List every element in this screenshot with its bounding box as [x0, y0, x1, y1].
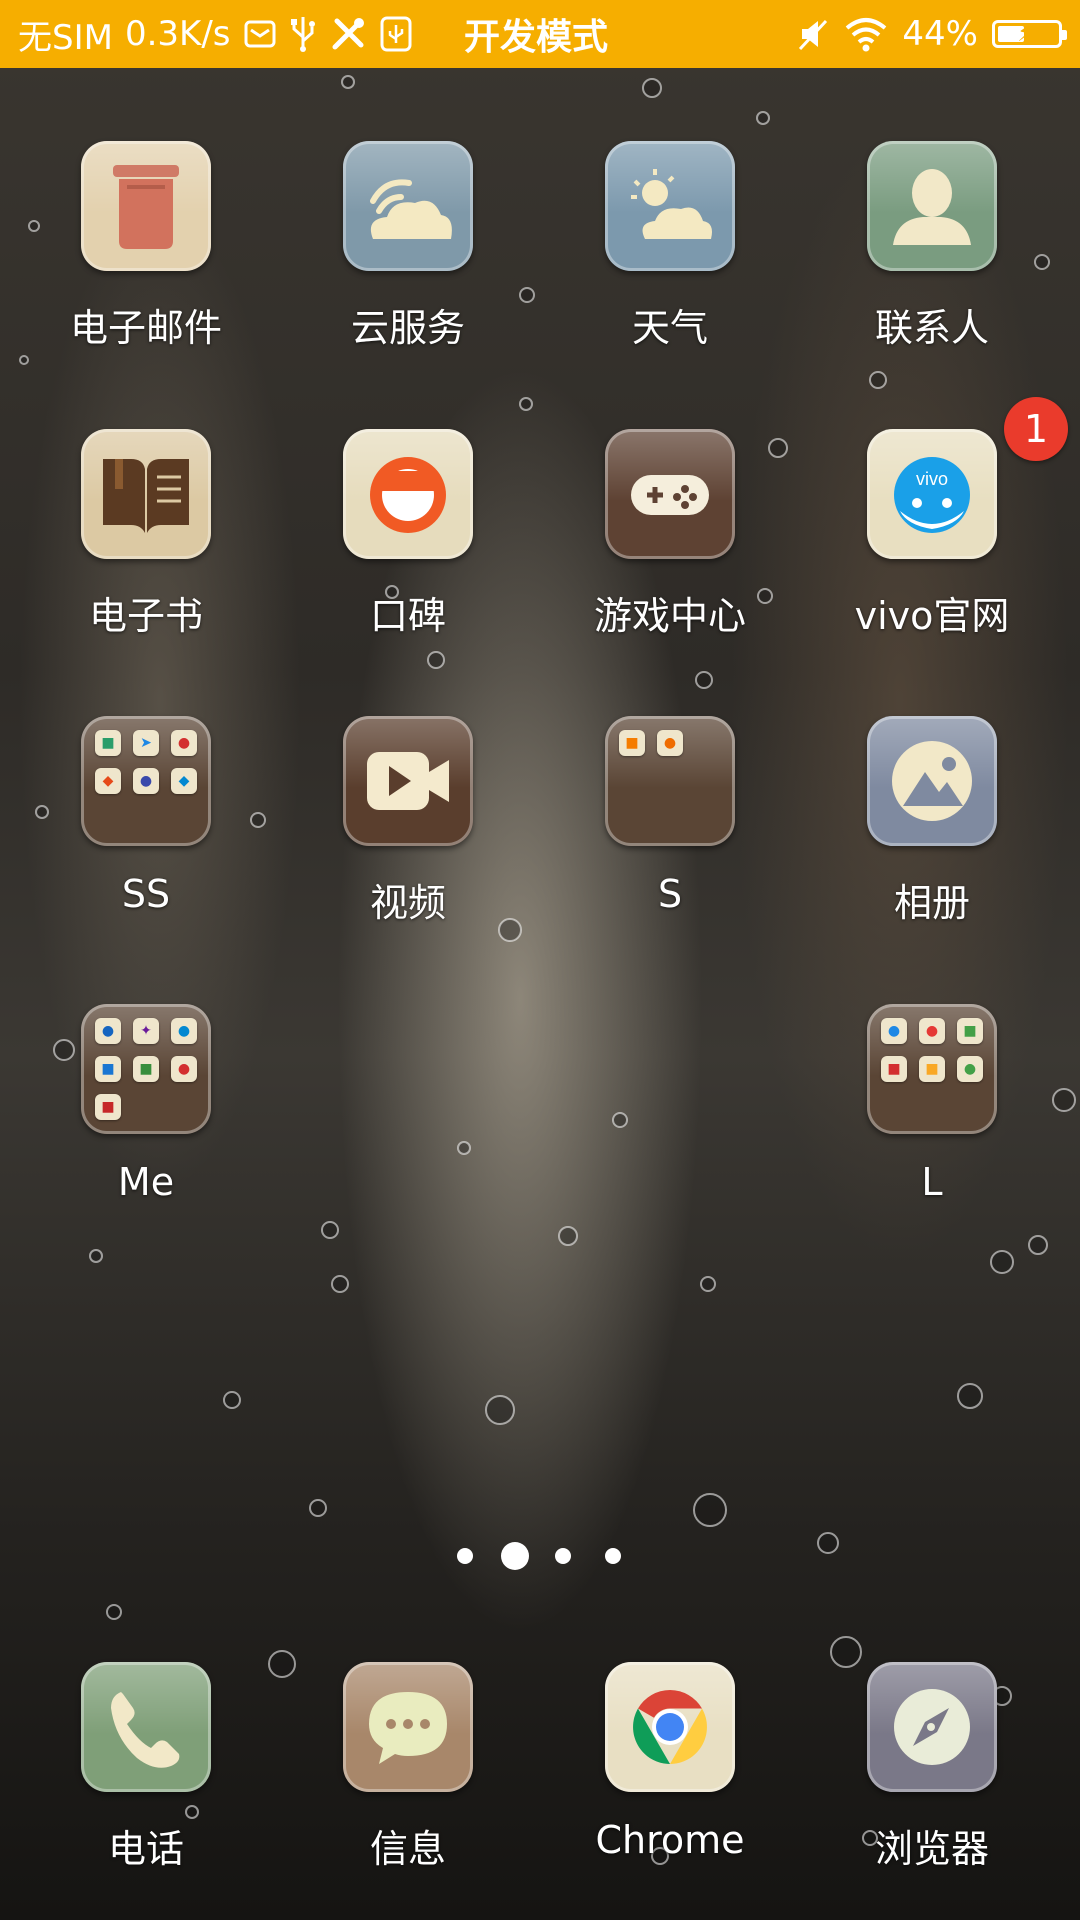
vivo-logo-icon: vivo: [867, 429, 997, 559]
app-game-center[interactable]: 游戏中心: [539, 429, 801, 659]
app-label: 电子邮件: [69, 306, 222, 350]
app-label: 浏览器: [874, 1827, 989, 1871]
mini-app-icon: ◆: [171, 768, 197, 794]
battery-percent: 44%: [902, 14, 978, 54]
folder-icon: ● ✦ ● ■ ■ ● ■: [81, 1004, 211, 1134]
mini-app-icon: ●: [95, 1018, 121, 1044]
folder-s[interactable]: ■ ● S: [539, 716, 801, 946]
app-label: Chrome: [595, 1818, 745, 1862]
compass-icon: [867, 1662, 997, 1792]
mini-app-icon: ■: [881, 1056, 907, 1082]
book-icon: [81, 429, 211, 559]
notification-badge: 1: [1004, 397, 1068, 461]
app-label: 口碑: [369, 594, 446, 638]
mini-app-icon: ●: [171, 730, 197, 756]
dock-phone[interactable]: 电话: [15, 1662, 277, 1892]
app-ebook[interactable]: 电子书: [15, 429, 277, 659]
page-dot-current[interactable]: [501, 1542, 529, 1570]
folder-ss[interactable]: ■ ➤ ● ◆ ● ◆ SS: [15, 716, 277, 946]
mini-app-icon: ■: [95, 1056, 121, 1082]
app-vivo-site[interactable]: vivo 1 vivo官网: [801, 397, 1068, 659]
network-speed: 0.3K/s: [124, 14, 231, 54]
mini-app-icon: ●: [657, 730, 683, 756]
app-video[interactable]: 视频: [277, 716, 539, 946]
mini-app-icon: ■: [95, 730, 121, 756]
app-label: 电话: [107, 1827, 184, 1871]
app-label: 视频: [369, 881, 446, 925]
message-bubble-icon: [343, 1662, 473, 1792]
folder-icon: ■ ●: [605, 716, 735, 846]
gallery-icon: [867, 716, 997, 846]
app-label: vivo官网: [854, 594, 1010, 638]
app-label: 电子书: [88, 594, 203, 638]
chrome-icon: [605, 1662, 735, 1792]
mini-app-icon: ■: [957, 1018, 983, 1044]
dock-messages[interactable]: 信息: [277, 1662, 539, 1892]
mini-app-icon: ■: [95, 1094, 121, 1120]
mini-app-icon: ■: [133, 1056, 159, 1082]
folder-label: L: [921, 1160, 943, 1204]
weather-icon: [605, 141, 735, 271]
developer-mode-title: 开发模式: [464, 17, 609, 58]
page-dot[interactable]: [457, 1548, 473, 1564]
usb-icon: [289, 15, 317, 53]
folder-label: Me: [117, 1160, 175, 1204]
koubei-smile-icon: [343, 429, 473, 559]
mini-app-icon: ●: [881, 1018, 907, 1044]
vivo-logo-text: vivo: [916, 469, 948, 489]
mini-app-icon: ●: [171, 1056, 197, 1082]
app-gallery[interactable]: 相册: [801, 716, 1063, 946]
phone-icon: [81, 1662, 211, 1792]
app-label: 相册: [893, 881, 970, 925]
folder-me[interactable]: ● ✦ ● ■ ■ ● ■ Me: [15, 1004, 277, 1234]
mini-app-icon: ■: [619, 730, 645, 756]
app-label: 联系人: [874, 306, 989, 350]
mute-icon: [796, 17, 830, 51]
mini-app-icon: ■: [919, 1056, 945, 1082]
person-icon: [867, 141, 997, 271]
app-label: 云服务: [350, 306, 465, 350]
developer-tools-icon: [329, 15, 367, 53]
mini-app-icon: ●: [171, 1018, 197, 1044]
page-indicator[interactable]: [0, 1540, 1080, 1570]
status-bar: 无SIM 0.3K/s 开发模式 44% ⚡: [0, 0, 1080, 68]
app-label: 信息: [369, 1827, 446, 1871]
app-label: 天气: [631, 306, 708, 350]
mini-app-icon: ●: [919, 1018, 945, 1044]
video-camera-icon: [343, 716, 473, 846]
folder-label: S: [657, 872, 683, 916]
mail-notification-icon: [243, 17, 277, 51]
mini-app-icon: ✦: [133, 1018, 159, 1044]
page-dot[interactable]: [555, 1548, 571, 1564]
dock-browser[interactable]: 浏览器: [801, 1662, 1063, 1892]
app-weather[interactable]: 天气: [539, 141, 801, 371]
usb-debugging-icon: [379, 15, 413, 53]
folder-icon: ■ ➤ ● ◆ ● ◆: [81, 716, 211, 846]
charging-icon: ⚡: [1017, 19, 1034, 47]
battery-icon: ⚡: [992, 19, 1067, 48]
app-label: 游戏中心: [593, 594, 746, 638]
mini-app-icon: ●: [957, 1056, 983, 1082]
mailbox-icon: [81, 141, 211, 271]
mini-app-icon: ●: [133, 768, 159, 794]
gamepad-icon: [605, 429, 735, 559]
app-cloud-service[interactable]: 云服务: [277, 141, 539, 371]
wifi-icon: [844, 16, 888, 52]
dock-chrome[interactable]: Chrome: [539, 1662, 801, 1892]
sim-status: 无SIM: [18, 17, 113, 58]
mini-app-icon: ◆: [95, 768, 121, 794]
app-contacts[interactable]: 联系人: [801, 141, 1063, 371]
cloud-icon: [343, 141, 473, 271]
app-email[interactable]: 电子邮件: [15, 141, 277, 371]
page-dot[interactable]: [605, 1548, 621, 1564]
app-koubei[interactable]: 口碑: [277, 429, 539, 659]
folder-l[interactable]: ● ● ■ ■ ■ ● L: [801, 1004, 1063, 1234]
folder-label: SS: [121, 872, 171, 916]
folder-icon: ● ● ■ ■ ■ ●: [867, 1004, 997, 1134]
mini-app-icon: ➤: [133, 730, 159, 756]
